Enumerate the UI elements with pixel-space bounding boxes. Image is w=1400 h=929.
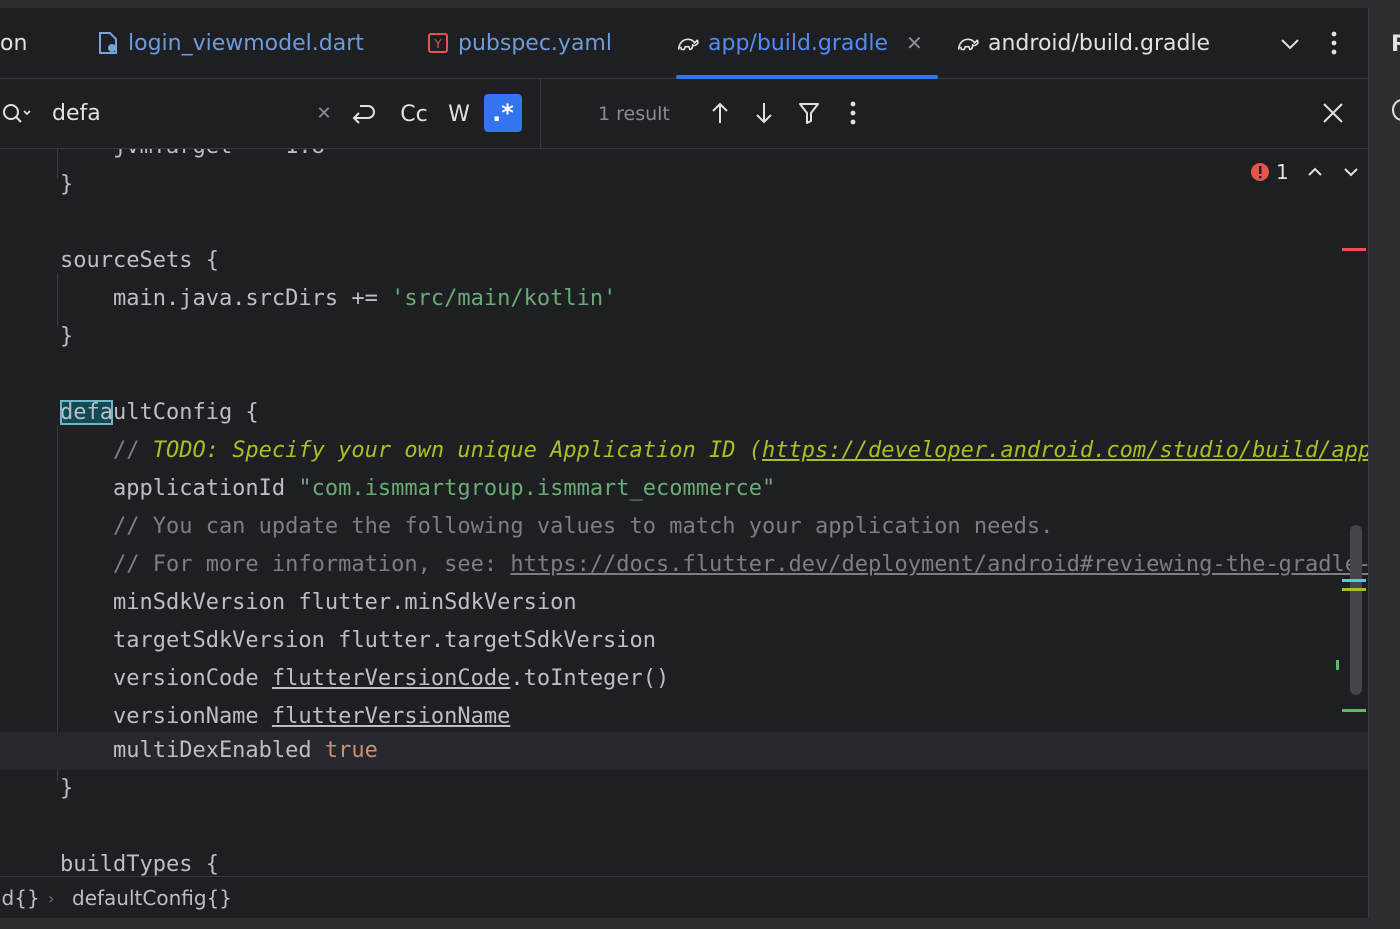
change-marker: [1336, 660, 1339, 670]
error-stripe-marker[interactable]: [1342, 248, 1366, 251]
code-line: targetSdkVersion flutter.targetSdkVersio…: [60, 628, 657, 653]
search-input[interactable]: [52, 95, 302, 131]
code-line: minSdkVersion flutter.minSdkVersion: [60, 590, 577, 615]
tab-label: app/build.gradle: [708, 30, 889, 56]
error-count: 1: [1276, 160, 1289, 184]
tab-label: pubspec.yaml: [458, 30, 612, 56]
code-editor[interactable]: jvmTarget = '1.8' } sourceSets { main.ja…: [0, 149, 1368, 876]
tab-label: login_viewmodel.dart: [128, 30, 364, 56]
error-icon: [1251, 163, 1269, 181]
inspection-widget[interactable]: 1: [1250, 159, 1359, 185]
search-result-stripe-marker[interactable]: [1342, 579, 1366, 582]
chevron-down-icon[interactable]: [1343, 167, 1359, 177]
vertical-scrollbar-thumb[interactable]: [1350, 525, 1362, 695]
breadcrumb: id{} › defaultConfig{}: [0, 876, 1368, 919]
code-line: }: [60, 324, 74, 349]
code-line: main.java.srcDirs += 'src/main/kotlin': [60, 286, 617, 311]
whole-words-toggle[interactable]: W: [442, 97, 476, 131]
close-find-bar-icon[interactable]: [1318, 97, 1348, 129]
code-line: buildTypes {: [60, 852, 219, 876]
find-bar-divider: [540, 79, 541, 148]
code-line: versionCode flutterVersionCode.toInteger…: [60, 666, 670, 691]
panel-tool-icon[interactable]: [1391, 98, 1400, 122]
chevron-up-icon[interactable]: [1307, 167, 1323, 177]
new-line-icon[interactable]: [348, 99, 378, 129]
filter-icon[interactable]: [795, 97, 823, 129]
tab-pubspec[interactable]: Y pubspec.yaml: [426, 8, 612, 78]
search-icon[interactable]: [0, 99, 34, 129]
dart-file-icon: [96, 31, 120, 55]
code-line: }: [60, 172, 74, 197]
more-vertical-icon[interactable]: [1322, 28, 1346, 58]
tab-label: on: [0, 30, 28, 56]
gradle-elephant-icon: [676, 31, 700, 55]
previous-occurrence-arrow-up-icon[interactable]: [706, 97, 734, 129]
code-line: // You can update the following values t…: [60, 514, 1054, 539]
tab-label: android/build.gradle: [988, 30, 1211, 56]
close-tab-icon[interactable]: ✕: [906, 31, 923, 55]
more-vertical-icon[interactable]: [842, 97, 864, 129]
tab-truncated[interactable]: on: [0, 8, 27, 78]
code-line: }: [60, 776, 74, 801]
code-line: sourceSets {: [60, 248, 219, 273]
search-match-highlight[interactable]: defa: [60, 400, 113, 425]
gradle-elephant-icon: [956, 31, 980, 55]
match-case-toggle[interactable]: Cc: [394, 97, 434, 131]
tab-login-viewmodel[interactable]: login_viewmodel.dart: [96, 8, 364, 78]
code-line: defaultConfig {: [60, 400, 259, 425]
code-line: // For more information, see: https://do…: [0, 546, 1368, 584]
code-line: applicationId "com.ismmartgroup.ismmart_…: [60, 476, 776, 501]
find-bar: ✕ Cc W .* 1 result: [0, 79, 1368, 149]
editor-tab-bar: on login_viewmodel.dart Y pubspec.yaml a…: [0, 8, 1368, 79]
link[interactable]: https://docs.flutter.dev/deployment/andr…: [510, 552, 1368, 577]
breadcrumb-item[interactable]: id{}: [0, 886, 40, 910]
yaml-file-icon: Y: [426, 31, 450, 55]
window-top-strip: [0, 0, 1400, 8]
panel-letter[interactable]: R: [1391, 32, 1400, 57]
breadcrumb-separator-icon: ›: [48, 888, 55, 908]
svg-text:Y: Y: [433, 37, 442, 51]
clear-search-icon[interactable]: ✕: [314, 103, 334, 124]
code-line: versionName flutterVersionName: [60, 704, 511, 729]
code-line: // TODO: Specify your own unique Applica…: [0, 432, 1368, 470]
change-stripe-marker[interactable]: [1342, 709, 1366, 712]
tab-app-build-gradle[interactable]: app/build.gradle ✕: [676, 8, 938, 79]
breadcrumb-item[interactable]: defaultConfig{}: [72, 886, 232, 910]
tab-android-build-gradle[interactable]: android/build.gradle: [956, 8, 1210, 78]
search-result-count: 1 result: [598, 103, 670, 125]
window-bottom-strip: [0, 918, 1400, 929]
todo-stripe-marker[interactable]: [1342, 588, 1366, 591]
chevron-down-icon[interactable]: [1276, 30, 1304, 58]
regex-toggle[interactable]: .*: [484, 94, 522, 132]
current-code-line: multiDexEnabled true: [0, 732, 1368, 770]
next-occurrence-arrow-down-icon[interactable]: [750, 97, 778, 129]
code-line: jvmTarget = '1.8': [0, 149, 1368, 166]
link[interactable]: https://developer.android.com/studio/bui…: [762, 438, 1368, 463]
right-tool-panel: R: [1368, 8, 1400, 918]
